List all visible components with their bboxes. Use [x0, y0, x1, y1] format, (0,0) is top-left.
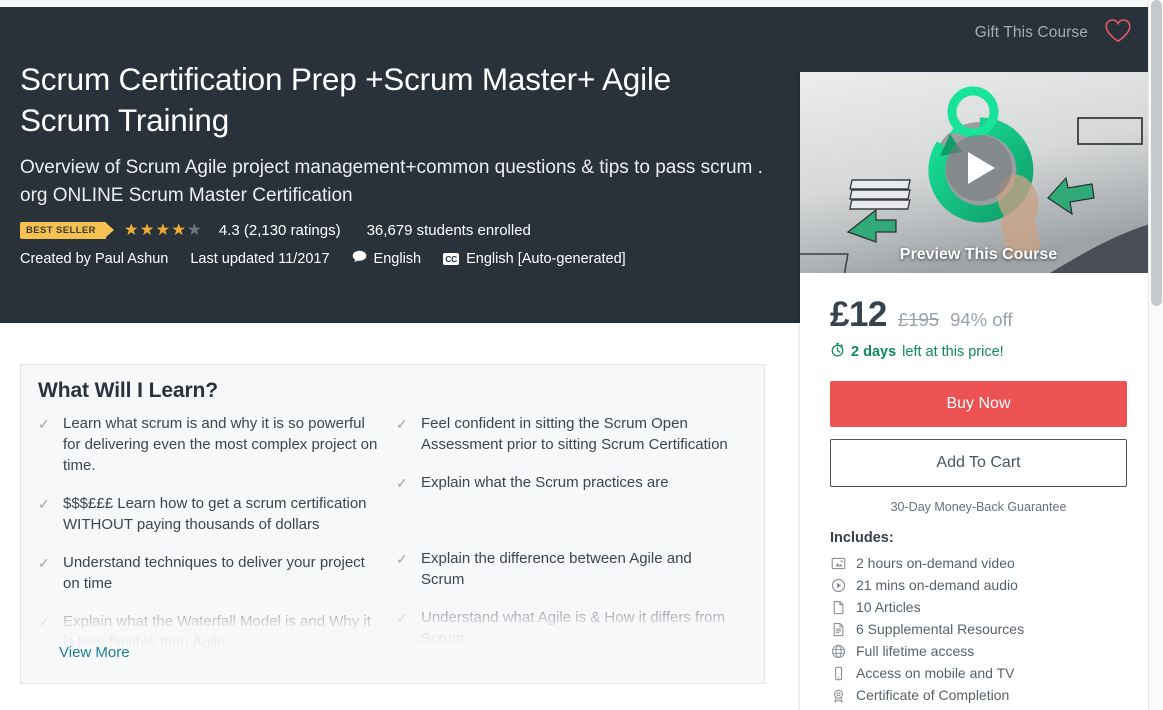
status-badge-bestseller: BEST SELLER — [20, 222, 114, 239]
money-back-guarantee: 30-Day Money-Back Guarantee — [890, 500, 1067, 514]
globe-icon — [830, 643, 846, 659]
list-item: ✓ Understand techniques to deliver your … — [38, 548, 378, 607]
price-current: £12 — [830, 295, 887, 334]
view-more-link[interactable]: View More — [59, 644, 130, 661]
list-item-label: Feel confident in sitting the Scrum Open… — [421, 415, 728, 453]
list-item-label: $$$£££ Learn how to get a scrum certific… — [63, 495, 367, 533]
star-icon: ★ — [139, 221, 155, 239]
article-page-icon — [830, 599, 846, 615]
preview-course-label: Preview This Course — [899, 246, 1058, 263]
what-will-i-learn-card: What Will I Learn? ✓ Learn what scrum is… — [20, 364, 765, 684]
list-item-label: 10 Articles — [856, 599, 921, 615]
check-icon: ✓ — [396, 551, 408, 567]
list-item: ✓ Explain the difference between Agile a… — [396, 544, 736, 603]
page-top-strip — [0, 0, 1148, 7]
learn-columns: ✓ Learn what scrum is and why it is so p… — [21, 409, 764, 666]
star-icon-empty: ★ — [187, 221, 202, 239]
scrollbar-thumb[interactable] — [1151, 0, 1162, 306]
captions-label: English [Auto-generated] — [466, 250, 626, 267]
price-countdown: 2 days left at this price! — [830, 342, 1127, 361]
page-scrollbar[interactable] — [1148, 0, 1163, 710]
list-item-label: Certificate of Completion — [856, 687, 1010, 703]
star-icon: ★ — [155, 221, 171, 239]
mobile-icon — [830, 665, 846, 681]
discount-percent: 94% off — [950, 309, 1013, 330]
check-icon: ✓ — [396, 416, 408, 432]
stopwatch-icon — [830, 342, 845, 361]
list-item-label: Explain what the Scrum practices are — [421, 474, 669, 491]
students-enrolled: 36,679 students enrolled — [366, 222, 531, 239]
gift-this-course-link[interactable]: Gift This Course — [975, 24, 1088, 42]
audio-play-icon — [830, 577, 846, 593]
course-language: English — [352, 250, 422, 267]
list-item: ✓ Explain what the Scrum practices are — [396, 468, 736, 506]
last-updated-label: Last updated 11/2017 — [190, 250, 330, 267]
list-item: 10 Articles — [830, 596, 1127, 618]
created-by: Created by Paul Ashun — [20, 251, 168, 267]
list-item-label: Understand what Agile is & How it differ… — [421, 609, 726, 647]
add-to-cart-button[interactable]: Add To Cart — [830, 439, 1127, 487]
closed-caption-icon: CC — [443, 252, 460, 265]
heart-icon[interactable] — [1104, 18, 1132, 49]
list-item: ✓ Feel confident in sitting the Scrum Op… — [396, 409, 736, 468]
certificate-icon — [830, 687, 846, 703]
rating-text[interactable]: 4.3 (2,130 ratings) — [219, 222, 341, 239]
document-lines-icon — [830, 621, 846, 637]
course-purchase-sidebar: Preview This Course £12 £195 94% off 2 d… — [800, 72, 1157, 710]
learn-column-right: ✓ Feel confident in sitting the Scrum Op… — [396, 409, 754, 666]
list-item: Full lifetime access — [830, 640, 1127, 662]
star-icon: ★ — [171, 221, 187, 239]
price-original: £195 — [897, 309, 940, 330]
countdown-suffix: left at this price! — [902, 343, 1004, 360]
language-label: English — [373, 250, 422, 267]
check-icon: ✓ — [38, 555, 50, 571]
check-icon: ✓ — [38, 614, 50, 630]
list-item-label: 2 hours on-demand video — [856, 555, 1015, 571]
play-triangle — [968, 152, 995, 185]
list-item-label: 6 Supplemental Resources — [856, 621, 1025, 637]
course-subtitle: Overview of Scrum Agile project manageme… — [20, 157, 763, 206]
list-item: ✓ Understand what Agile is & How it diff… — [396, 603, 736, 662]
list-item: 21 mins on-demand audio — [830, 574, 1127, 596]
list-item-label: Explain the difference between Agile and… — [421, 550, 692, 588]
price-row: £12 £195 94% off — [830, 295, 1127, 335]
check-icon: ✓ — [38, 496, 50, 512]
learn-column-left: ✓ Learn what scrum is and why it is so p… — [38, 409, 396, 666]
includes-heading: Includes: — [830, 530, 894, 546]
created-by-label[interactable]: Created by Paul Ashun — [20, 251, 168, 267]
last-updated: Last updated 11/2017 — [190, 251, 329, 267]
check-icon: ✓ — [38, 416, 50, 432]
course-meta-row: BEST SELLER ★ ★ ★ ★ ★ 4.3 (2,130 ratings… — [20, 222, 780, 239]
check-icon: ✓ — [396, 475, 408, 491]
video-icon — [830, 555, 846, 571]
course-credits-row: Created by Paul Ashun Last updated 11/20… — [20, 250, 780, 267]
list-item-label: Understand techniques to deliver your pr… — [63, 554, 365, 592]
list-item-label: Full lifetime access — [856, 643, 975, 659]
list-item: ✓ Learn what scrum is and why it is so p… — [38, 409, 378, 489]
learn-section-title: What Will I Learn? — [38, 379, 219, 402]
hero-topbar: Gift This Course — [975, 7, 1148, 59]
preview-video-thumbnail[interactable]: Preview This Course — [800, 72, 1157, 273]
speech-bubble-icon — [352, 250, 367, 267]
course-landing-page: Gift This Course Scrum Certification Pre… — [0, 0, 1163, 710]
list-item: ✓ $$$£££ Learn how to get a scrum certif… — [38, 489, 378, 548]
page-title: Scrum Certification Prep +Scrum Master+ … — [20, 61, 671, 138]
includes-list: 2 hours on-demand video 21 mins on-deman… — [830, 552, 1127, 706]
countdown-days: 2 days — [851, 343, 897, 360]
list-item-label: Access on mobile and TV — [856, 665, 1015, 681]
star-icon: ★ — [123, 221, 139, 239]
check-icon: ✓ — [396, 610, 408, 626]
list-item-label: Learn what scrum is and why it is so pow… — [63, 415, 378, 474]
hero-body: Scrum Certification Prep +Scrum Master+ … — [20, 59, 780, 267]
list-item-label: 21 mins on-demand audio — [856, 577, 1018, 593]
play-icon[interactable] — [945, 135, 1012, 202]
list-item: Access on mobile and TV — [830, 662, 1127, 684]
purchase-panel: £12 £195 94% off 2 days left at this pri… — [800, 273, 1157, 710]
rating-stars: ★ ★ ★ ★ ★ — [124, 222, 202, 239]
list-item: 6 Supplemental Resources — [830, 618, 1127, 640]
list-item: Certificate of Completion — [830, 684, 1127, 706]
course-captions: CC English [Auto-generated] — [443, 251, 626, 267]
list-item: 2 hours on-demand video — [830, 552, 1127, 574]
buy-now-button[interactable]: Buy Now — [830, 381, 1127, 427]
